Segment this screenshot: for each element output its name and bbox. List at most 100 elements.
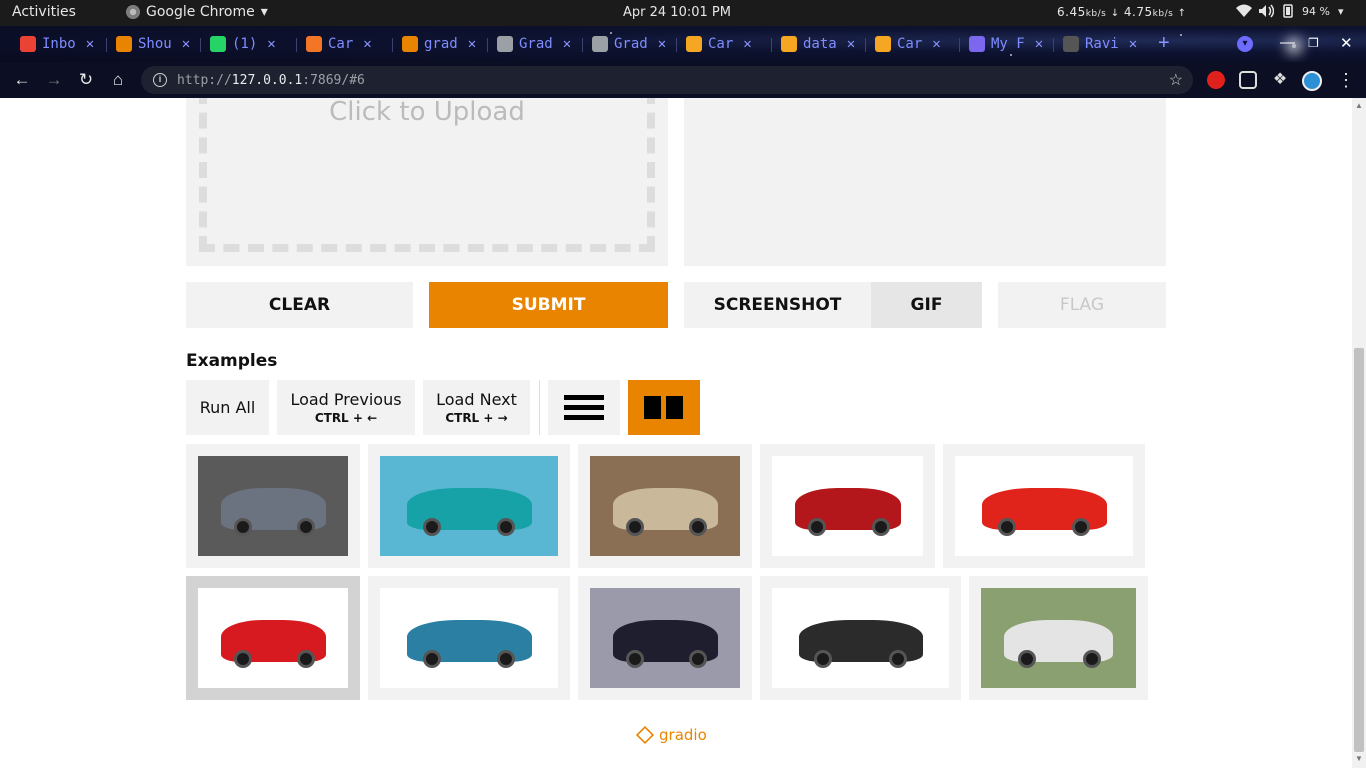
back-icon[interactable]: ← <box>11 69 33 91</box>
globe-icon <box>497 36 513 52</box>
close-tab-icon[interactable]: ✕ <box>1035 36 1043 52</box>
gif-button[interactable]: GIF <box>871 282 982 328</box>
maximize-icon[interactable]: ❐ <box>1308 36 1319 50</box>
car-wheel <box>297 650 315 668</box>
shop-icon <box>116 36 132 52</box>
example-card[interactable] <box>368 576 570 700</box>
bookmark-star-icon[interactable]: ☆ <box>1169 70 1183 90</box>
window-extension-icon[interactable] <box>1239 71 1257 89</box>
clear-button[interactable]: CLEAR <box>186 282 413 328</box>
browser-tab[interactable]: data ✕ <box>781 34 855 54</box>
scroll-up-icon[interactable]: ▲ <box>1355 101 1363 110</box>
grid-view-icon <box>666 396 683 419</box>
browser-tab[interactable]: (1) ✕ <box>210 34 276 54</box>
book-icon <box>781 36 797 52</box>
arrow-down-icon: ↓ <box>1110 8 1120 19</box>
example-card[interactable] <box>368 444 570 568</box>
close-tab-icon[interactable]: ✕ <box>847 36 855 52</box>
image-upload-panel[interactable]: Click to Upload <box>186 98 668 266</box>
profile-avatar[interactable] <box>1302 71 1322 91</box>
car-thumbnail <box>590 456 740 556</box>
browser-tab[interactable]: Car ✕ <box>686 34 752 54</box>
flag-button[interactable]: FLAG <box>998 282 1166 328</box>
close-tab-icon[interactable]: ✕ <box>932 36 940 52</box>
close-window-icon[interactable]: ✕ <box>1340 34 1353 52</box>
close-tab-icon[interactable]: ✕ <box>182 36 190 52</box>
car-wheel <box>626 650 644 668</box>
example-card[interactable] <box>578 444 752 568</box>
load-next-button[interactable]: Load Next CTRL + → <box>423 380 530 435</box>
extensions-puzzle-icon[interactable]: ❖ <box>1271 71 1289 89</box>
grid-view-button[interactable] <box>628 380 700 435</box>
book-icon <box>686 36 702 52</box>
home-icon[interactable]: ⌂ <box>107 69 129 91</box>
browser-tab[interactable]: Grad ✕ <box>592 34 666 54</box>
page-scrollbar[interactable]: ▲ ▼ <box>1352 98 1366 768</box>
load-next-shortcut: CTRL + → <box>445 411 508 425</box>
close-tab-icon[interactable]: ✕ <box>267 36 275 52</box>
run-all-label: Run All <box>199 398 256 417</box>
browser-tab[interactable]: Car ✕ <box>875 34 941 54</box>
close-tab-icon[interactable]: ✕ <box>363 36 371 52</box>
divider <box>539 380 540 435</box>
tab-label: Inbo <box>42 36 76 52</box>
scrollbar-thumb[interactable] <box>1354 348 1364 752</box>
load-previous-button[interactable]: Load Previous CTRL + ← <box>277 380 415 435</box>
run-all-button[interactable]: Run All <box>186 380 269 435</box>
browser-tab[interactable]: Car ✕ <box>306 34 372 54</box>
gradio-footer-link[interactable]: gradio <box>635 725 707 745</box>
forward-icon[interactable]: → <box>43 69 65 91</box>
list-view-button[interactable] <box>548 380 620 435</box>
close-tab-icon[interactable]: ✕ <box>658 36 666 52</box>
close-tab-icon[interactable]: ✕ <box>468 36 476 52</box>
examples-title: Examples <box>186 351 278 371</box>
screenshot-button[interactable]: SCREENSHOT <box>684 282 871 328</box>
tab-label: (1) <box>232 36 258 52</box>
car-thumbnail <box>772 588 949 688</box>
submit-button[interactable]: SUBMIT <box>429 282 668 328</box>
url-path: :7869/#6 <box>302 72 365 88</box>
system-tray[interactable]: 94 % ▾ <box>1236 4 1343 18</box>
example-card[interactable] <box>943 444 1145 568</box>
browser-tab[interactable]: Inbo ✕ <box>20 34 94 54</box>
close-tab-icon[interactable]: ✕ <box>743 36 751 52</box>
car-wheel <box>423 518 441 536</box>
browser-tab[interactable]: Ravi ✕ <box>1063 34 1137 54</box>
example-card[interactable] <box>760 576 961 700</box>
browser-tab[interactable]: grad ✕ <box>402 34 476 54</box>
example-card[interactable] <box>760 444 935 568</box>
browser-tab[interactable]: My F ✕ <box>969 34 1043 54</box>
address-bar[interactable]: i http://127.0.0.1:7869/#6 ☆ <box>141 66 1193 94</box>
close-tab-icon[interactable]: ✕ <box>86 36 94 52</box>
car-wheel <box>1083 650 1101 668</box>
system-top-bar: Activities Google Chrome ▾ Apr 24 10:01 … <box>0 0 1366 26</box>
browser-tab[interactable]: Shou ✕ <box>116 34 190 54</box>
example-card[interactable] <box>969 576 1148 700</box>
example-card[interactable] <box>578 576 752 700</box>
activities-button[interactable]: Activities <box>12 4 76 20</box>
load-previous-shortcut: CTRL + ← <box>314 411 378 425</box>
minimize-icon[interactable]: — <box>1280 34 1295 51</box>
example-card[interactable] <box>186 576 360 700</box>
example-card[interactable] <box>186 444 360 568</box>
url-host: 127.0.0.1 <box>231 72 303 88</box>
car-thumbnail <box>380 456 558 556</box>
more-menu-icon[interactable]: ⋮ <box>1335 69 1357 91</box>
docs-icon <box>969 36 985 52</box>
extension-red-icon[interactable] <box>1207 71 1225 89</box>
tab-search-icon[interactable]: ▾ <box>1237 36 1253 52</box>
scroll-down-icon[interactable]: ▼ <box>1355 754 1363 763</box>
wallpaper-star <box>1010 54 1012 56</box>
close-tab-icon[interactable]: ✕ <box>1129 36 1137 52</box>
app-menu[interactable]: Google Chrome ▾ <box>126 4 268 20</box>
tab-label: Ravi <box>1085 36 1119 52</box>
new-tab-icon[interactable]: + <box>1158 32 1170 55</box>
reload-icon[interactable]: ↻ <box>75 69 97 91</box>
site-info-icon[interactable]: i <box>153 73 167 87</box>
clock[interactable]: Apr 24 10:01 PM <box>623 5 731 20</box>
globe-icon <box>592 36 608 52</box>
url-text[interactable]: http://127.0.0.1:7869/#6 <box>177 73 365 88</box>
car-wheel <box>689 650 707 668</box>
close-tab-icon[interactable]: ✕ <box>563 36 571 52</box>
browser-tab[interactable]: Grad ✕ <box>497 34 571 54</box>
